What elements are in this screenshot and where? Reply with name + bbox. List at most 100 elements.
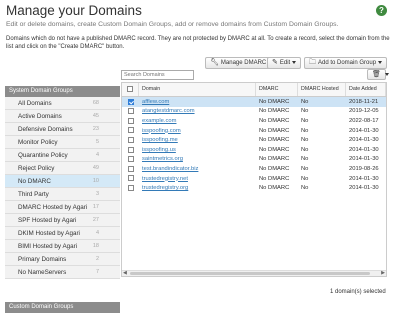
delete-dropdown-button[interactable]: 🗑︎	[367, 69, 389, 80]
domain-cell: example.com	[139, 118, 256, 124]
sidebar-item-no-dmarc[interactable]: No DMARC 10	[5, 175, 120, 188]
sidebar-item-defensive-domains[interactable]: Defensive Domains 23	[5, 123, 120, 136]
date-added-cell: 2014-01-30	[349, 185, 379, 192]
table-row[interactable]: saintmetrics.org No DMARC No 2014-01-30	[122, 155, 386, 165]
sidebar-item-spf-hosted[interactable]: SPF Hosted by Agari 27	[5, 214, 120, 227]
column-header-domain[interactable]: Domain	[139, 83, 256, 96]
domain-link[interactable]: trustedregistry.org	[142, 185, 188, 191]
domain-link[interactable]: saintmetrics.org	[142, 156, 183, 162]
chevron-down-icon	[384, 72, 389, 76]
domain-link[interactable]: isspoofing.com	[142, 128, 181, 134]
dmarc-cell: No DMARC	[259, 98, 290, 105]
table-body: afflew.com No DMARC No 2018-11-21 atangtestd…	[122, 97, 386, 193]
dmarc-cell: No DMARC	[259, 146, 290, 153]
dmarc-hosted-cell: No	[301, 127, 309, 134]
dmarc-hosted-cell: No	[301, 146, 309, 153]
domain-link[interactable]: atangtestdmarc.com	[142, 108, 195, 114]
row-checkbox[interactable]	[122, 127, 139, 134]
domain-link[interactable]: example.com	[142, 118, 176, 124]
domain-link[interactable]: test.brandindicator.biz	[142, 166, 198, 172]
table-row[interactable]: isspoofing.com No DMARC No 2014-01-30	[122, 126, 386, 136]
domain-link[interactable]: isspoofing.us	[142, 147, 176, 153]
date-added-cell: 2014-01-30	[349, 127, 379, 134]
manage-dmarc-button[interactable]: 🔧︎ Manage DMARC	[205, 57, 272, 69]
page-description: Domains which do not have a published DM…	[6, 36, 390, 50]
scroll-left-icon[interactable]: ◀	[123, 270, 127, 276]
domain-cell: isspoofing.us	[139, 147, 256, 153]
sidebar-item-quarantine-policy[interactable]: Quarantine Policy 4	[5, 149, 120, 162]
sidebar-item-reject-policy[interactable]: Reject Policy 49	[5, 162, 120, 175]
row-checkbox[interactable]	[122, 175, 139, 182]
table-row[interactable]: afflew.com No DMARC No 2018-11-21	[122, 97, 386, 107]
domain-link[interactable]: trustedregistry.net	[142, 176, 188, 182]
domain-link[interactable]: isspoofing.me	[142, 137, 178, 143]
help-icon[interactable]: ?	[376, 5, 387, 16]
domain-cell: afflew.com	[139, 99, 256, 105]
wrench-icon: 🔧︎	[210, 59, 219, 66]
date-added-cell: 2014-01-30	[349, 146, 379, 153]
select-all-checkbox[interactable]	[122, 83, 139, 96]
column-header-date-added[interactable]: Date Added	[346, 83, 386, 96]
table-row[interactable]: atangtestdmarc.com No DMARC No 2019-12-05	[122, 107, 386, 117]
scroll-right-icon[interactable]: ▶	[381, 270, 385, 276]
folder-icon: 🗀	[309, 59, 316, 66]
sidebar-item-dkim-hosted[interactable]: DKIM Hosted by Agari 4	[5, 227, 120, 240]
row-checkbox[interactable]	[122, 146, 139, 154]
sidebar-item-no-nameservers[interactable]: No NameServers 7	[5, 266, 120, 279]
dmarc-cell: No DMARC	[259, 175, 290, 182]
table-row[interactable]: isspoofing.me No DMARC No 2014-01-30	[122, 135, 386, 145]
table-header: Domain DMARC DMARC Hosted Date Added	[122, 83, 386, 97]
pencil-icon: ✎	[272, 59, 278, 66]
add-to-domain-group-button[interactable]: 🗀 Add to Domain Group	[304, 57, 388, 69]
page-subtitle: Edit or delete domains, create Custom Do…	[6, 21, 339, 28]
dmarc-hosted-cell: No	[301, 156, 309, 163]
domain-cell: isspoofing.com	[139, 128, 256, 134]
trash-icon: 🗑︎	[372, 71, 381, 78]
domain-cell: isspoofing.me	[139, 137, 256, 143]
dmarc-cell: No DMARC	[259, 137, 290, 144]
date-added-cell: 2014-01-30	[349, 137, 379, 144]
row-checkbox[interactable]	[122, 117, 139, 125]
domain-cell: atangtestdmarc.com	[139, 108, 256, 114]
table-row[interactable]: example.com No DMARC No 2022-08-17	[122, 116, 386, 126]
dmarc-hosted-cell: No	[301, 117, 309, 124]
dmarc-cell: No DMARC	[259, 108, 290, 115]
date-added-cell: 2014-01-30	[349, 175, 379, 182]
edit-dropdown-button[interactable]: ✎ Edit	[267, 57, 302, 69]
row-checkbox[interactable]	[122, 165, 139, 173]
sidebar-item-active-domains[interactable]: Active Domains 45	[5, 110, 120, 123]
sidebar-item-primary-domains[interactable]: Primary Domains 2	[5, 253, 120, 266]
sidebar-item-all-domains[interactable]: All Domains 68	[5, 97, 120, 110]
sidebar-item-monitor-policy[interactable]: Monitor Policy 5	[5, 136, 120, 149]
sidebar-item-third-party[interactable]: Third Party 3	[5, 188, 120, 201]
table-row[interactable]: test.brandindicator.biz No DMARC No 2019-08…	[122, 164, 386, 174]
system-domain-groups-heading: System Domain Groups	[5, 86, 120, 97]
row-checkbox[interactable]	[122, 98, 139, 106]
table-row[interactable]: isspoofing.us No DMARC No 2014-01-30	[122, 145, 386, 155]
table-row[interactable]: trustedregistry.net No DMARC No 2014-01-30	[122, 174, 386, 184]
column-header-dmarc-hosted[interactable]: DMARC Hosted	[298, 83, 346, 96]
domains-table: Domain DMARC DMARC Hosted Date Added aff…	[121, 82, 387, 277]
date-added-cell: 2019-08-26	[349, 165, 379, 172]
date-added-cell: 2014-01-30	[349, 156, 379, 163]
table-row[interactable]: trustedregistry.org No DMARC No 2014-01-30	[122, 183, 386, 193]
scrollbar-thumb[interactable]	[130, 272, 370, 275]
column-header-dmarc[interactable]: DMARC	[256, 83, 298, 96]
dmarc-hosted-cell: No	[301, 185, 309, 192]
dmarc-cell: No DMARC	[259, 127, 290, 134]
row-checkbox[interactable]	[122, 136, 139, 144]
sidebar-item-bimi-hosted[interactable]: BIMI Hosted by Agari 18	[5, 240, 120, 253]
dmarc-hosted-cell: No	[301, 108, 309, 115]
sidebar: System Domain Groups All Domains 68 Activ…	[5, 86, 120, 279]
domain-cell: trustedregistry.org	[139, 185, 256, 191]
row-checkbox[interactable]	[122, 156, 139, 163]
dmarc-cell: No DMARC	[259, 165, 290, 172]
row-checkbox[interactable]	[122, 184, 139, 192]
dmarc-hosted-cell: No	[301, 98, 309, 105]
domain-link[interactable]: afflew.com	[142, 99, 169, 105]
horizontal-scrollbar[interactable]: ◀ ▶	[122, 270, 386, 276]
row-checkbox[interactable]	[122, 108, 139, 115]
search-domains-input[interactable]	[121, 70, 194, 80]
sidebar-item-dmarc-hosted[interactable]: DMARC Hosted by Agari 17	[5, 201, 120, 214]
dmarc-cell: No DMARC	[259, 117, 290, 124]
